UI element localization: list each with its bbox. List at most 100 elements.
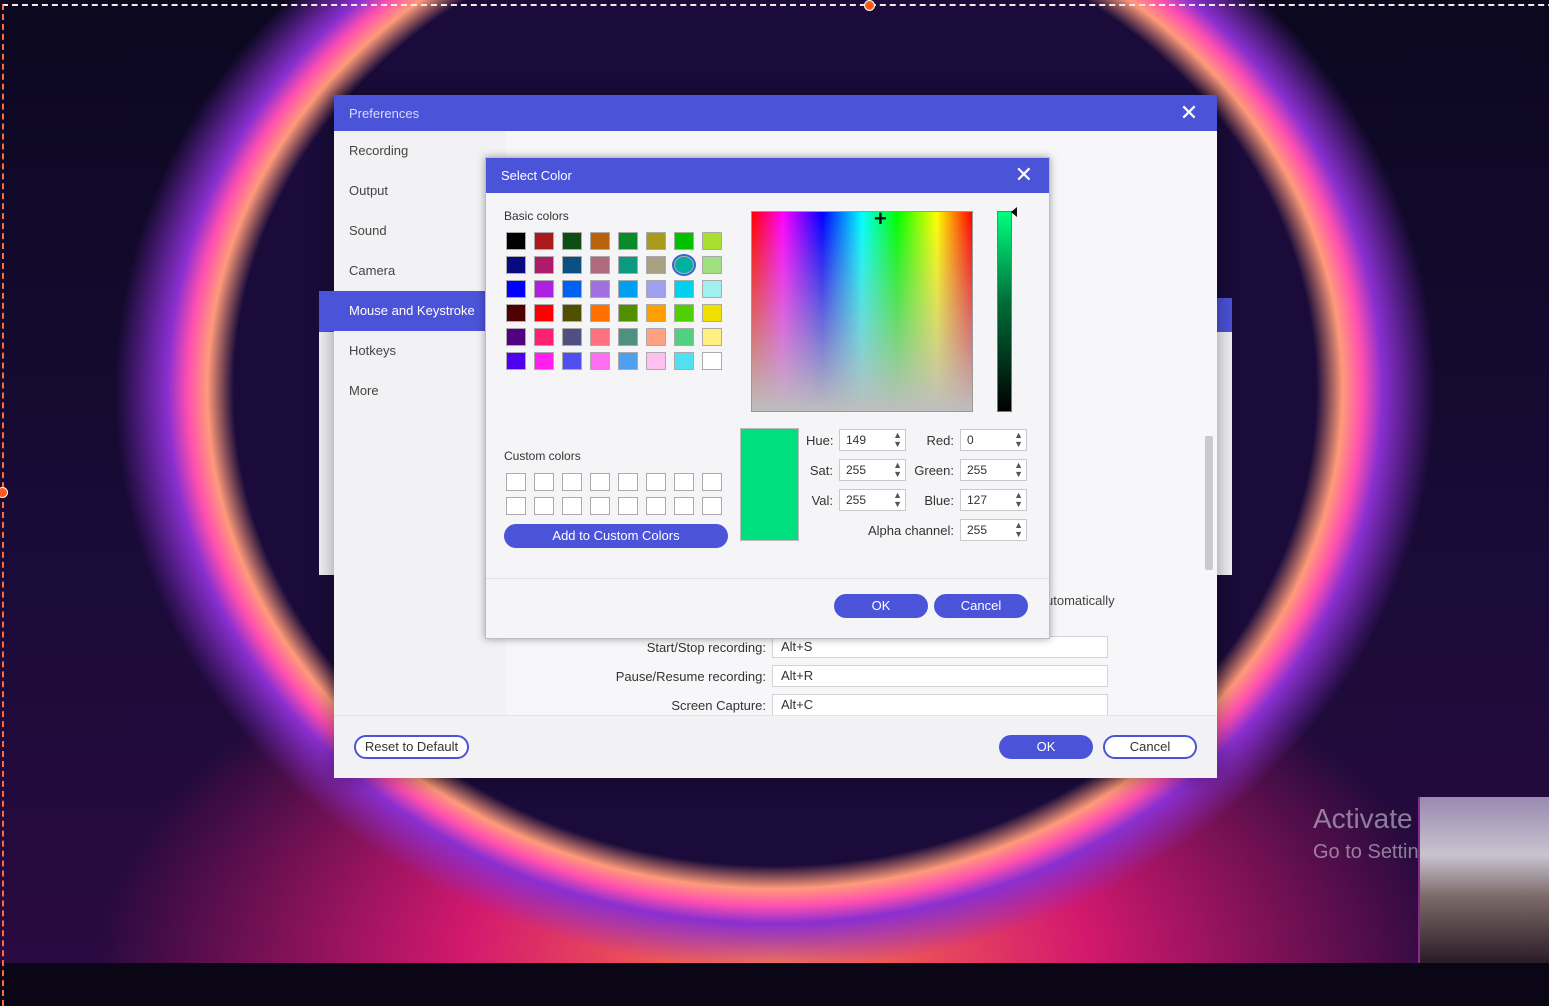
basic-color-swatch[interactable]: [534, 256, 554, 274]
custom-color-swatch[interactable]: [618, 473, 638, 491]
basic-color-swatch[interactable]: [534, 232, 554, 250]
basic-color-swatch[interactable]: [702, 232, 722, 250]
preferences-ok-button[interactable]: OK: [999, 735, 1093, 759]
sidebar-item-mouse-and-keystroke[interactable]: Mouse and Keystroke: [319, 291, 506, 331]
custom-color-swatch[interactable]: [646, 497, 666, 515]
value-slider[interactable]: [997, 211, 1012, 412]
basic-color-swatch[interactable]: [590, 280, 610, 298]
basic-color-swatch[interactable]: [674, 352, 694, 370]
basic-color-swatch[interactable]: [674, 232, 694, 250]
hue-saturation-spectrum[interactable]: +: [751, 208, 973, 412]
basic-color-swatch[interactable]: [562, 280, 582, 298]
blue-spinbox[interactable]: 127 ▲ ▼: [960, 489, 1027, 511]
custom-color-swatch[interactable]: [702, 497, 722, 515]
basic-color-swatch[interactable]: [562, 328, 582, 346]
custom-color-swatch[interactable]: [590, 497, 610, 515]
hotkey-input-pause-resume[interactable]: Alt+R: [772, 665, 1108, 687]
basic-color-swatch[interactable]: [702, 328, 722, 346]
hotkey-input-start-stop[interactable]: Alt+S: [772, 636, 1108, 658]
basic-color-swatch[interactable]: [702, 280, 722, 298]
basic-color-swatch[interactable]: [590, 304, 610, 322]
green-spinbox[interactable]: 255 ▲ ▼: [960, 459, 1027, 481]
sidebar-item-more[interactable]: More: [334, 371, 506, 411]
basic-color-swatch[interactable]: [646, 328, 666, 346]
basic-color-swatch[interactable]: [646, 256, 666, 274]
preferences-cancel-button[interactable]: Cancel: [1103, 735, 1197, 759]
spin-arrows-icon[interactable]: ▲ ▼: [1014, 521, 1023, 539]
basic-color-swatch[interactable]: [534, 328, 554, 346]
close-icon[interactable]: ✕: [1015, 164, 1033, 186]
basic-color-swatch[interactable]: [618, 352, 638, 370]
basic-color-swatch[interactable]: [506, 352, 526, 370]
reset-to-default-button[interactable]: Reset to Default: [354, 735, 469, 759]
basic-color-swatch[interactable]: [534, 352, 554, 370]
basic-color-swatch[interactable]: [674, 280, 694, 298]
basic-color-swatch[interactable]: [674, 328, 694, 346]
custom-color-swatch[interactable]: [702, 473, 722, 491]
spin-arrows-icon[interactable]: ▲ ▼: [1014, 461, 1023, 479]
custom-color-swatch[interactable]: [618, 497, 638, 515]
spin-arrows-icon[interactable]: ▲ ▼: [1014, 491, 1023, 509]
custom-color-swatch[interactable]: [674, 473, 694, 491]
custom-color-swatch[interactable]: [674, 497, 694, 515]
sidebar-item-hotkeys[interactable]: Hotkeys: [334, 331, 506, 371]
custom-color-swatch[interactable]: [506, 473, 526, 491]
spin-arrows-icon[interactable]: ▲ ▼: [893, 491, 902, 509]
basic-color-swatch[interactable]: [590, 328, 610, 346]
basic-color-swatch[interactable]: [618, 304, 638, 322]
basic-color-swatch[interactable]: [562, 232, 582, 250]
basic-color-swatch[interactable]: [618, 280, 638, 298]
basic-color-swatch[interactable]: [646, 304, 666, 322]
custom-color-swatch[interactable]: [590, 473, 610, 491]
basic-color-swatch[interactable]: [562, 304, 582, 322]
basic-color-swatch[interactable]: [590, 232, 610, 250]
basic-color-swatch[interactable]: [646, 280, 666, 298]
basic-color-swatch[interactable]: [702, 352, 722, 370]
spin-arrows-icon[interactable]: ▲ ▼: [1014, 431, 1023, 449]
basic-color-swatch[interactable]: [618, 256, 638, 274]
basic-color-swatch[interactable]: [674, 304, 694, 322]
value-slider-arrow-icon[interactable]: [1011, 207, 1017, 217]
alpha-spinbox[interactable]: 255 ▲ ▼: [960, 519, 1027, 541]
custom-color-swatch[interactable]: [534, 473, 554, 491]
basic-color-swatch[interactable]: [506, 232, 526, 250]
spin-arrows-icon[interactable]: ▲ ▼: [893, 461, 902, 479]
spin-arrows-icon[interactable]: ▲ ▼: [893, 431, 902, 449]
basic-color-swatch[interactable]: [702, 304, 722, 322]
basic-color-swatch[interactable]: [562, 256, 582, 274]
color-ok-button[interactable]: OK: [834, 594, 928, 618]
hotkey-input-screen-capture[interactable]: Alt+C: [772, 694, 1108, 716]
scrollbar-thumb[interactable]: [1205, 436, 1213, 570]
basic-color-swatch[interactable]: [506, 304, 526, 322]
basic-color-swatch[interactable]: [534, 280, 554, 298]
sidebar-item-output[interactable]: Output: [334, 171, 506, 211]
red-spinbox[interactable]: 0 ▲ ▼: [960, 429, 1027, 451]
basic-color-swatch[interactable]: [646, 352, 666, 370]
custom-color-swatch[interactable]: [534, 497, 554, 515]
basic-color-swatch[interactable]: [590, 256, 610, 274]
sidebar-item-recording[interactable]: Recording: [334, 131, 506, 171]
sidebar-item-camera[interactable]: Camera: [334, 251, 506, 291]
basic-color-swatch[interactable]: [702, 256, 722, 274]
basic-color-swatch[interactable]: [534, 304, 554, 322]
basic-color-swatch[interactable]: [506, 280, 526, 298]
basic-color-swatch[interactable]: [646, 232, 666, 250]
custom-color-swatch[interactable]: [646, 473, 666, 491]
close-icon[interactable]: ✕: [1179, 102, 1199, 124]
color-cancel-button[interactable]: Cancel: [934, 594, 1028, 618]
custom-color-swatch[interactable]: [562, 497, 582, 515]
hue-spinbox[interactable]: 149 ▲ ▼: [839, 429, 906, 451]
add-to-custom-colors-button[interactable]: Add to Custom Colors: [504, 524, 728, 548]
basic-color-swatch[interactable]: [562, 352, 582, 370]
custom-color-swatch[interactable]: [562, 473, 582, 491]
basic-color-swatch[interactable]: [506, 328, 526, 346]
basic-color-swatch[interactable]: [506, 256, 526, 274]
val-spinbox[interactable]: 255 ▲ ▼: [839, 489, 906, 511]
basic-color-swatch[interactable]: [618, 328, 638, 346]
sat-spinbox[interactable]: 255 ▲ ▼: [839, 459, 906, 481]
custom-color-swatch[interactable]: [506, 497, 526, 515]
basic-color-swatch[interactable]: [590, 352, 610, 370]
sidebar-item-sound[interactable]: Sound: [334, 211, 506, 251]
basic-color-swatch[interactable]: [618, 232, 638, 250]
basic-color-swatch[interactable]: [672, 254, 696, 276]
